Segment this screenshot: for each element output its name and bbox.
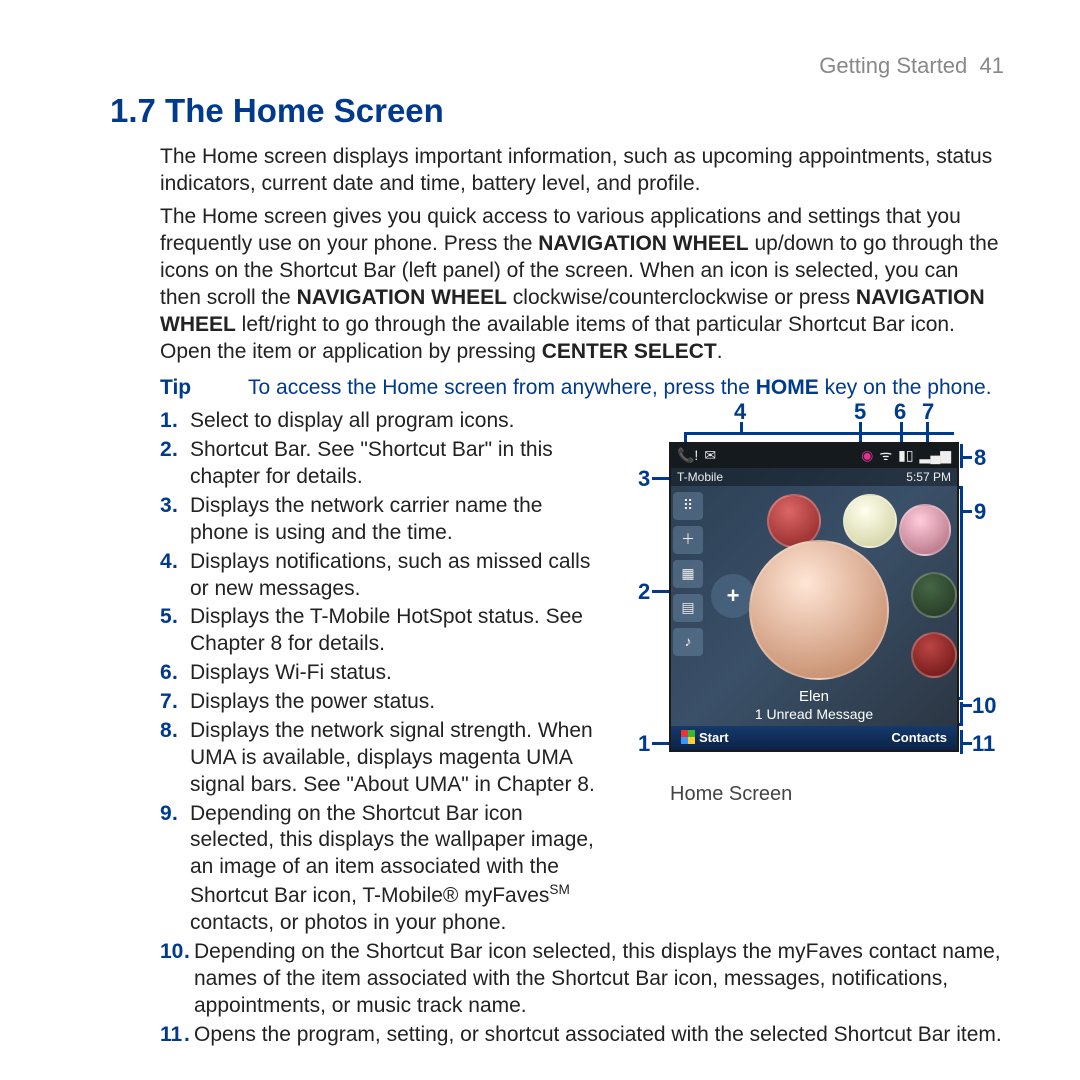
message-icon: ✉ [704, 447, 716, 465]
callout-6: 6.Displays Wi-Fi status. [160, 660, 604, 687]
content-area: 1.Select to display all program icons. 2… [110, 408, 1004, 939]
figure: 4 5 6 7 3 2 1 8 9 10 11 [624, 410, 1004, 780]
callout-10: 10.Depending on the Shortcut Bar icon se… [160, 939, 1004, 1020]
wifi-icon: ᯤ [879, 447, 892, 465]
windows-flag-icon [681, 730, 695, 744]
callout-4: 4.Displays notifications, such as missed… [160, 549, 604, 603]
shortcut-myfaves-icon[interactable]: ⠿ [673, 492, 703, 520]
label-8: 8 [974, 444, 986, 472]
battery-icon: ▮▯ [898, 447, 913, 465]
intro-block: The Home screen displays important infor… [110, 144, 1004, 365]
status-bar: 📞! ✉ ◉ ᯤ ▮▯ ▂▄▆ [671, 444, 957, 468]
section-name: Getting Started [819, 53, 967, 78]
tip-label: Tip [160, 375, 248, 402]
tip-row: Tip To access the Home screen from anywh… [160, 375, 1004, 402]
page-number: 41 [980, 53, 1004, 78]
fave-contact-icon[interactable] [899, 504, 951, 556]
label-11: 11 [972, 730, 995, 758]
intro-p2: The Home screen gives you quick access t… [110, 204, 1004, 365]
label-6: 6 [894, 398, 906, 426]
contact-subtext: 1 Unread Message [671, 706, 957, 724]
phone-screen: 📞! ✉ ◉ ᯤ ▮▯ ▂▄▆ T-Mobile 5:57 PM ⠿ [669, 442, 959, 752]
shortcut-photos-icon[interactable]: ▦ [673, 560, 703, 588]
missed-call-icon: 📞! [677, 447, 698, 465]
shortcut-music-icon[interactable]: ♪ [673, 628, 703, 656]
callout-5: 5.Displays the T-Mobile HotSpot status. … [160, 604, 604, 658]
callout-2: 2.Shortcut Bar. See "Shortcut Bar" in th… [160, 437, 604, 491]
carrier-name: T-Mobile [677, 470, 723, 485]
callout-3: 3.Displays the network carrier name the … [160, 493, 604, 547]
signal-icon: ▂▄▆ [920, 447, 951, 465]
label-3: 3 [638, 465, 650, 493]
tip-text: To access the Home screen from anywhere,… [248, 375, 992, 402]
label-9: 9 [974, 498, 986, 526]
shortcut-add-icon[interactable]: ＋ [673, 526, 703, 554]
callout-list-continued: 10.Depending on the Shortcut Bar icon se… [110, 939, 1004, 1049]
carrier-bar: T-Mobile 5:57 PM [671, 468, 957, 486]
label-10: 10 [972, 692, 996, 720]
clock-time: 5:57 PM [906, 470, 951, 485]
callout-11: 11.Opens the program, setting, or shortc… [160, 1022, 1004, 1049]
fave-contact-icon[interactable] [843, 494, 897, 548]
intro-p1: The Home screen displays important infor… [110, 144, 1004, 198]
contact-name: Elen [671, 687, 957, 706]
fave-contact-icon[interactable] [911, 632, 957, 678]
label-5: 5 [854, 398, 866, 426]
callout-1: 1.Select to display all program icons. [160, 408, 604, 435]
figure-column: 4 5 6 7 3 2 1 8 9 10 11 [624, 410, 1004, 808]
callout-8: 8.Displays the network signal strength. … [160, 718, 604, 799]
shortcut-bar: ⠿ ＋ ▦ ▤ ♪ [673, 492, 707, 656]
list-column: 1.Select to display all program icons. 2… [110, 408, 604, 939]
contact-info: Elen 1 Unread Message [671, 687, 957, 724]
shortcut-calendar-icon[interactable]: ▤ [673, 594, 703, 622]
label-7: 7 [922, 398, 934, 426]
contacts-softkey[interactable]: Contacts [891, 730, 947, 747]
label-2: 2 [638, 578, 650, 606]
page-header: Getting Started 41 [110, 52, 1004, 80]
fave-contact-icon[interactable] [911, 572, 957, 618]
callout-9: 9.Depending on the Shortcut Bar icon sel… [160, 801, 604, 937]
start-softkey[interactable]: Start [681, 730, 729, 747]
label-4: 4 [734, 398, 746, 426]
callout-7: 7.Displays the power status. [160, 689, 604, 716]
softkey-bar: Start Contacts [671, 726, 957, 750]
selected-contact-photo[interactable] [749, 540, 889, 680]
label-1: 1 [638, 730, 650, 758]
section-title: 1.7 The Home Screen [110, 90, 1004, 132]
callout-list: 1.Select to display all program icons. 2… [110, 408, 604, 937]
figure-caption: Home Screen [624, 782, 1004, 808]
hotspot-icon: ◉ [861, 447, 873, 465]
